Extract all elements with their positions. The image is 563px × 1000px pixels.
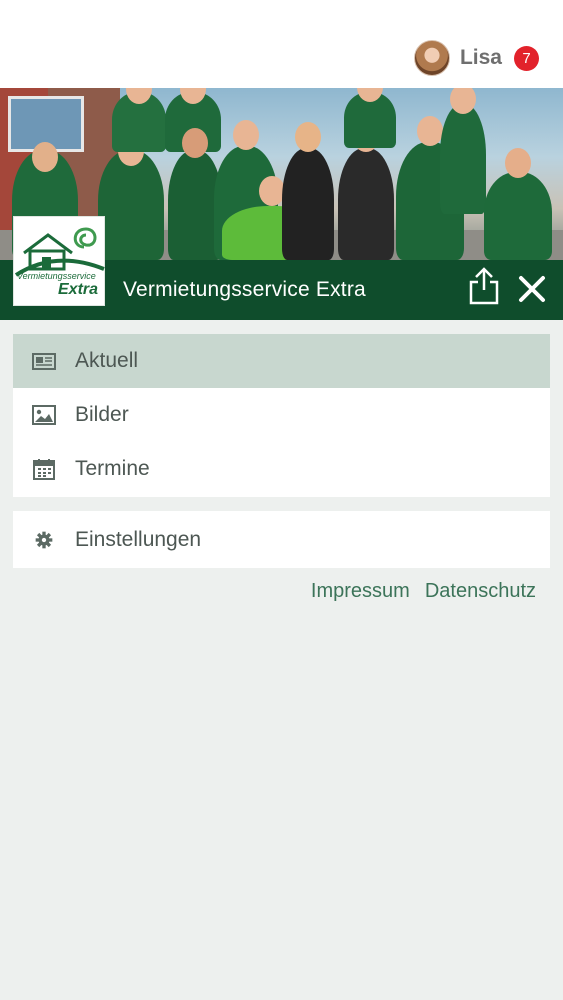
logo-small-text: Vermietungsservice (17, 271, 96, 281)
photo-person (338, 122, 394, 260)
close-icon (519, 276, 545, 302)
calendar-icon (33, 459, 55, 480)
menu-item-label: Aktuell (75, 349, 139, 372)
notification-badge[interactable]: 7 (514, 45, 539, 71)
datenschutz-link[interactable]: Datenschutz (425, 580, 536, 603)
logo-large-text: Extra (58, 281, 99, 298)
menu-item-label: Termine (75, 457, 150, 480)
share-button[interactable] (467, 266, 501, 306)
page-title: Vermietungsservice Extra (123, 278, 366, 301)
main-menu: Aktuell Bilder Termine (13, 334, 550, 497)
user-name[interactable]: Lisa (460, 46, 502, 70)
photo-person (282, 122, 334, 260)
image-icon (32, 405, 56, 425)
share-icon (469, 267, 499, 305)
photo-person (440, 88, 486, 214)
photo-person (112, 88, 166, 152)
menu-item-label: Bilder (75, 403, 129, 426)
top-bar: Lisa 7 (0, 0, 563, 88)
footer-links: Impressum Datenschutz (311, 580, 536, 603)
house-logo-icon (14, 227, 105, 277)
impressum-link[interactable]: Impressum (311, 580, 410, 603)
newspaper-icon (32, 353, 56, 370)
user-profile[interactable]: Lisa 7 (413, 40, 539, 76)
menu-item-label: Einstellungen (75, 528, 202, 551)
company-logo: Vermietungsservice Extra (13, 216, 105, 306)
menu-item-bilder[interactable]: Bilder (13, 388, 550, 442)
settings-menu: Einstellungen (13, 511, 550, 568)
gear-icon (35, 531, 53, 549)
avatar[interactable] (413, 40, 450, 76)
photo-person (484, 148, 552, 260)
menu-item-termine[interactable]: Termine (13, 442, 550, 496)
photo-person (344, 88, 396, 148)
menu-item-einstellungen[interactable]: Einstellungen (13, 513, 550, 567)
photo-person (98, 136, 164, 260)
close-button[interactable] (516, 273, 548, 305)
menu-item-aktuell[interactable]: Aktuell (13, 334, 550, 388)
